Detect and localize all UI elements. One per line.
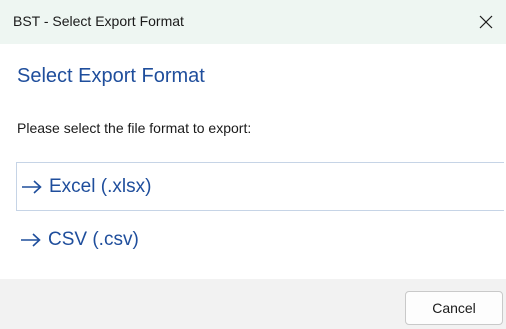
dialog-heading: Select Export Format bbox=[17, 65, 205, 87]
window-title: BST - Select Export Format bbox=[13, 13, 184, 29]
arrow-right-icon bbox=[20, 232, 42, 248]
instruction-text: Please select the file format to export: bbox=[17, 120, 252, 136]
close-icon bbox=[479, 15, 493, 29]
export-option-label: Excel (.xlsx) bbox=[49, 175, 152, 197]
title-bar[interactable]: BST - Select Export Format bbox=[0, 0, 506, 44]
arrow-right-icon bbox=[21, 179, 43, 195]
export-option-label: CSV (.csv) bbox=[48, 228, 139, 250]
export-option-excel[interactable]: Excel (.xlsx) bbox=[16, 162, 504, 211]
cancel-button[interactable]: Cancel bbox=[405, 291, 503, 325]
export-format-dialog: BST - Select Export Format Select Export… bbox=[0, 0, 506, 329]
export-option-csv[interactable]: CSV (.csv) bbox=[16, 215, 504, 264]
close-button[interactable] bbox=[466, 0, 506, 44]
